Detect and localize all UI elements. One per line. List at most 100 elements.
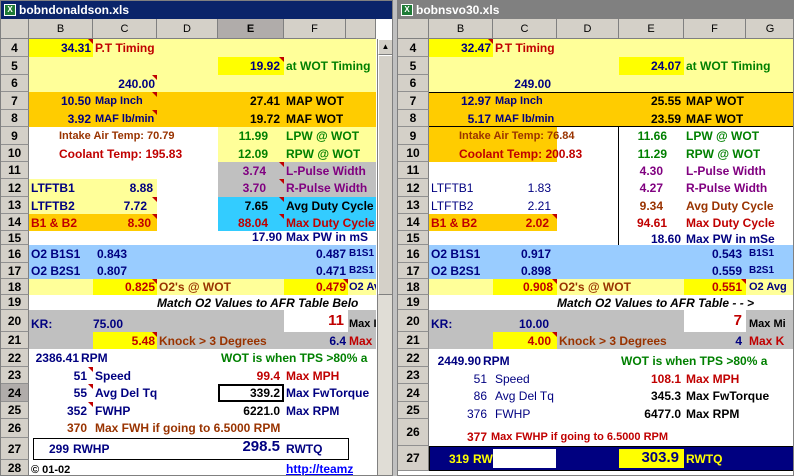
rpm-label: RPM: [81, 351, 108, 365]
comment-indicator[interactable]: [88, 384, 93, 389]
select-all-corner[interactable]: [1, 19, 29, 39]
row-header[interactable]: 25: [398, 402, 429, 419]
row-header[interactable]: 18: [398, 279, 429, 295]
row-header[interactable]: 16: [398, 245, 429, 263]
row-header[interactable]: 4: [398, 39, 429, 57]
pt-timing-label: P.T Timing: [495, 41, 555, 55]
comment-indicator[interactable]: [552, 214, 557, 219]
row-header[interactable]: 13: [398, 197, 429, 214]
left-workbook-window[interactable]: X bobndonaldson.xls B C D E F 4 5 6 7 8 …: [0, 0, 393, 476]
row-header[interactable]: 18: [1, 279, 29, 295]
row-header[interactable]: 15: [398, 231, 429, 245]
row-header[interactable]: 21: [398, 332, 429, 349]
row-header[interactable]: 22: [398, 349, 429, 367]
row-header[interactable]: 14: [398, 214, 429, 231]
select-all-corner[interactable]: [398, 19, 429, 39]
row-header[interactable]: 22: [1, 349, 29, 367]
max-fwh-value: 370: [66, 421, 87, 435]
comment-indicator[interactable]: [279, 179, 284, 184]
right-title-bar[interactable]: X bobnsvo30.xls: [398, 1, 793, 19]
map-wot-label: MAP WOT: [286, 94, 344, 108]
row-header[interactable]: 25: [1, 402, 29, 419]
left-scroll-thumb[interactable]: [378, 55, 392, 295]
row-header[interactable]: 28: [1, 460, 29, 475]
row-header[interactable]: 6: [1, 75, 29, 92]
comment-indicator[interactable]: [88, 402, 93, 407]
right-window-title: bobnsvo30.xls: [416, 3, 500, 17]
row-header[interactable]: 20: [1, 310, 29, 332]
left-vertical-scrollbar[interactable]: ▲: [377, 39, 392, 475]
row-header[interactable]: 10: [398, 145, 429, 162]
row-header[interactable]: 6: [398, 75, 429, 92]
comment-indicator[interactable]: [552, 332, 557, 337]
row-header[interactable]: 10: [1, 145, 29, 162]
row-header[interactable]: 26: [1, 419, 29, 438]
max-fwhp-label: Max FWHP if going to 6.5000 RPM: [491, 431, 669, 443]
row-header[interactable]: 21: [1, 332, 29, 349]
ltftb1-value: 8.88: [129, 181, 153, 195]
row-header[interactable]: 13: [1, 197, 29, 214]
row-header[interactable]: 23: [1, 367, 29, 384]
fwhp-label: FWHP: [95, 404, 131, 418]
row-header[interactable]: 16: [1, 245, 29, 263]
row-header[interactable]: 27: [1, 438, 29, 460]
row-header[interactable]: 26: [398, 419, 429, 446]
kr-value: 10.00: [518, 317, 549, 331]
row-header[interactable]: 8: [1, 110, 29, 127]
row-header[interactable]: 11: [1, 162, 29, 179]
column-header-g[interactable]: G: [746, 19, 793, 39]
column-header-b[interactable]: B: [29, 19, 93, 39]
column-header-c[interactable]: C: [93, 19, 157, 39]
row-header[interactable]: 15: [1, 231, 29, 245]
column-header-d[interactable]: D: [557, 19, 619, 39]
column-header-g[interactable]: [346, 19, 376, 39]
l-pulse-label: L-Pulse Width: [286, 164, 366, 178]
row-header[interactable]: 23: [398, 367, 429, 384]
right-workbook-window[interactable]: X bobnsvo30.xls B C D E F G 4 5 6 7 8 9 …: [397, 0, 794, 476]
column-header-e[interactable]: E: [619, 19, 684, 39]
column-header-f[interactable]: F: [284, 19, 346, 39]
column-header-c[interactable]: C: [493, 19, 557, 39]
comment-indicator[interactable]: [279, 197, 284, 202]
row-header[interactable]: 7: [398, 92, 429, 110]
row-header[interactable]: 17: [1, 263, 29, 279]
row-header[interactable]: 19: [1, 295, 29, 310]
avg-duty-value: 9.34: [639, 199, 663, 213]
comment-indicator[interactable]: [152, 197, 157, 202]
row-header[interactable]: 5: [398, 57, 429, 75]
row-header[interactable]: 24: [398, 384, 429, 402]
comment-indicator[interactable]: [152, 214, 157, 219]
row-header[interactable]: 14: [1, 214, 29, 231]
row-header[interactable]: 12: [1, 179, 29, 197]
b1b2-value: 8.30: [127, 216, 151, 230]
ltftb1-label: LTFTB1: [431, 181, 474, 195]
avg-del-tq-label: Avg Del Tq: [95, 386, 158, 400]
comment-indicator[interactable]: [88, 367, 93, 372]
column-header-f[interactable]: F: [684, 19, 746, 39]
row-header[interactable]: 20: [398, 310, 429, 332]
map-inch-value: 12.97: [460, 94, 491, 108]
row-header[interactable]: 27: [398, 446, 429, 471]
row-header[interactable]: 7: [1, 92, 29, 110]
row-header[interactable]: 5: [1, 57, 29, 75]
website-link[interactable]: http://teamz: [286, 460, 353, 475]
row-header[interactable]: 12: [398, 179, 429, 197]
comment-indicator[interactable]: [279, 162, 284, 167]
scroll-up-icon[interactable]: ▲: [378, 39, 392, 55]
row-header[interactable]: 19: [398, 295, 429, 310]
maf-label: MAF lb/min: [95, 113, 155, 125]
row-header[interactable]: 17: [398, 263, 429, 279]
column-header-b[interactable]: B: [429, 19, 493, 39]
row-header[interactable]: 11: [398, 162, 429, 179]
row-header[interactable]: 9: [398, 127, 429, 145]
comment-indicator[interactable]: [279, 214, 284, 219]
column-header-d[interactable]: D: [157, 19, 218, 39]
max-fwtorque-label: Max FwTorque: [286, 386, 370, 400]
row-header[interactable]: 4: [1, 39, 29, 57]
max-misfire-value: 7: [733, 312, 742, 329]
row-header-selected[interactable]: 24: [1, 384, 29, 402]
row-header[interactable]: 9: [1, 127, 29, 145]
left-title-bar[interactable]: X bobndonaldson.xls: [1, 1, 392, 19]
column-header-e[interactable]: E: [218, 19, 284, 39]
row-header[interactable]: 8: [398, 110, 429, 127]
